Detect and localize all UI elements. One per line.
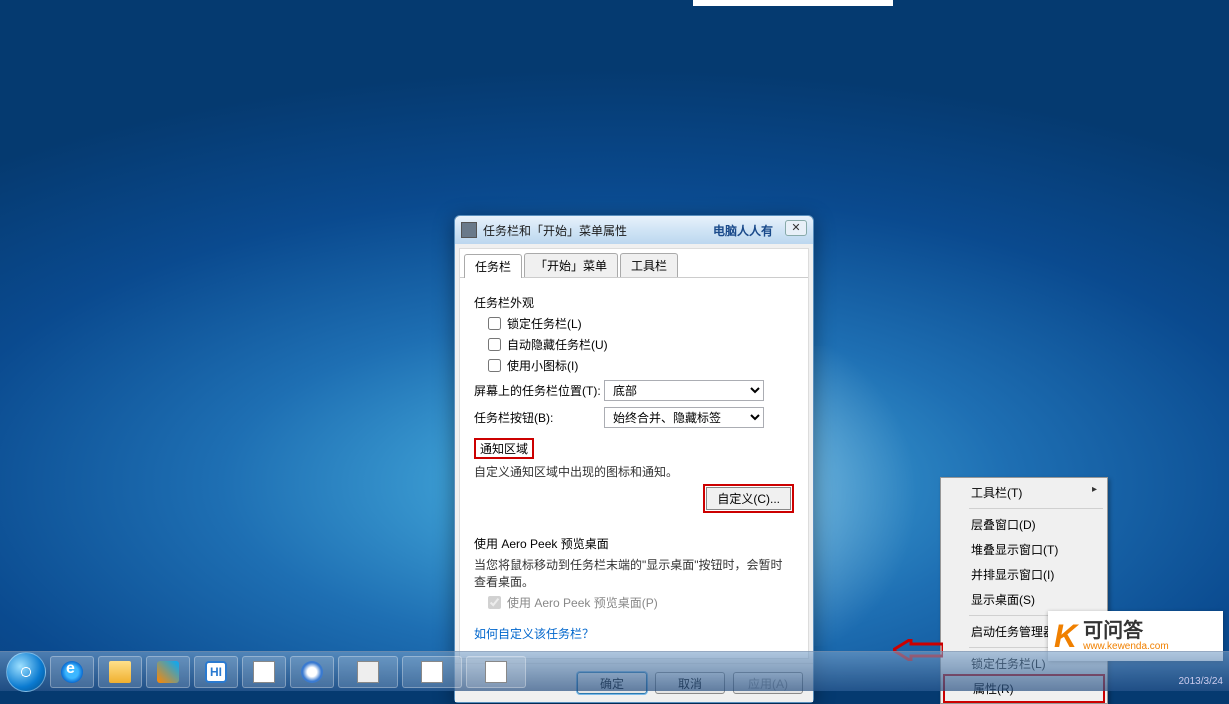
folder-icon	[109, 661, 131, 683]
hi-icon: HI	[205, 661, 227, 683]
notify-desc: 自定义通知区域中出现的图标和通知。	[474, 463, 794, 480]
buttons-label: 任务栏按钮(B):	[474, 409, 604, 426]
tab-taskbar[interactable]: 任务栏	[464, 254, 522, 278]
dialog-body: 任务栏 「开始」菜单 工具栏 任务栏外观 锁定任务栏(L) 自动隐藏任务栏(U)…	[459, 248, 809, 659]
aero-peek-desc: 当您将鼠标移动到任务栏末端的"显示桌面"按钮时，会暂时查看桌面。	[474, 556, 794, 590]
tab-start-menu[interactable]: 「开始」菜单	[524, 253, 618, 277]
start-button[interactable]	[6, 652, 46, 692]
taskbar-paint-window[interactable]	[402, 656, 462, 688]
menu-separator	[969, 508, 1103, 509]
appearance-group-title: 任务栏外观	[474, 294, 794, 311]
watermark-title: 可问答	[1083, 621, 1169, 641]
taskbar-explorer[interactable]	[98, 656, 142, 688]
small-icons-checkbox[interactable]: 使用小图标(I)	[488, 357, 794, 374]
aero-peek-checkbox: 使用 Aero Peek 预览桌面(P)	[488, 594, 794, 611]
menu-show-desktop[interactable]: 显示桌面(S)	[943, 587, 1105, 612]
taskbar[interactable]: HI 2013/3/24	[0, 651, 1229, 691]
buttons-select[interactable]: 始终合并、隐藏标签	[604, 407, 764, 428]
sogou-icon	[301, 661, 323, 683]
notify-area-title: 通知区域	[480, 442, 528, 456]
taskbar-ie[interactable]	[50, 656, 94, 688]
dialog-title: 任务栏和「开始」菜单属性	[483, 222, 627, 239]
position-select[interactable]: 底部	[604, 380, 764, 401]
position-label: 屏幕上的任务栏位置(T):	[474, 382, 604, 399]
menu-stack[interactable]: 堆叠显示窗口(T)	[943, 537, 1105, 562]
paint-icon	[421, 661, 443, 683]
media-icon	[157, 661, 179, 683]
taskbar-notepad[interactable]	[466, 656, 526, 688]
taskbar-calc[interactable]	[338, 656, 398, 688]
taskbar-media[interactable]	[146, 656, 190, 688]
lock-taskbar-checkbox[interactable]: 锁定任务栏(L)	[488, 315, 794, 332]
ie-icon	[61, 661, 83, 683]
calc-icon	[357, 661, 379, 683]
menu-toolbars[interactable]: 工具栏(T)	[943, 480, 1105, 505]
customize-button-highlight: 自定义(C)...	[703, 484, 794, 513]
taskbar-properties-dialog: 任务栏和「开始」菜单属性 电脑人人有 ✕ 任务栏 「开始」菜单 工具栏 任务栏外…	[454, 215, 814, 703]
dialog-title-extra: 电脑人人有	[713, 222, 773, 239]
taskbar-paint[interactable]	[242, 656, 286, 688]
tabstrip: 任务栏 「开始」菜单 工具栏	[460, 249, 808, 278]
watermark-k-icon: K	[1054, 620, 1077, 652]
titlebar[interactable]: 任务栏和「开始」菜单属性 电脑人人有 ✕	[455, 216, 813, 244]
menu-sidebyside[interactable]: 并排显示窗口(I)	[943, 562, 1105, 587]
top-white-artifact	[693, 0, 893, 6]
taskbar-hi[interactable]: HI	[194, 656, 238, 688]
customize-button[interactable]: 自定义(C)...	[706, 487, 791, 510]
taskbar-sogou[interactable]	[290, 656, 334, 688]
tab-toolbars[interactable]: 工具栏	[620, 253, 678, 277]
paint-icon	[253, 661, 275, 683]
tab-panel-taskbar: 任务栏外观 锁定任务栏(L) 自动隐藏任务栏(U) 使用小图标(I) 屏幕上的任…	[460, 278, 808, 652]
menu-cascade[interactable]: 层叠窗口(D)	[943, 512, 1105, 537]
aero-peek-title: 使用 Aero Peek 预览桌面	[474, 535, 794, 552]
taskbar-date: 2013/3/24	[1179, 676, 1224, 687]
watermark-url: www.kewenda.com	[1083, 641, 1169, 652]
notify-area-title-highlight: 通知区域	[474, 438, 534, 459]
dialog-icon	[461, 222, 477, 238]
help-link[interactable]: 如何自定义该任务栏？	[474, 625, 594, 642]
close-button[interactable]: ✕	[785, 220, 807, 236]
notepad-icon	[485, 661, 507, 683]
autohide-checkbox[interactable]: 自动隐藏任务栏(U)	[488, 336, 794, 353]
